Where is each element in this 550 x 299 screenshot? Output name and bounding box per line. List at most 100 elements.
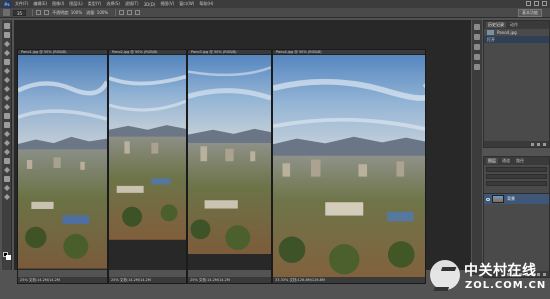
menu-type[interactable]: 类型(Y) [88, 1, 102, 7]
layer-controls [484, 165, 549, 193]
marquee-tool-icon[interactable] [4, 32, 10, 38]
trash-icon[interactable] [543, 142, 546, 146]
lasso-tool-icon[interactable] [4, 41, 10, 47]
tab-layers[interactable]: 图层 [486, 158, 498, 164]
zoom-level[interactable]: 25% [20, 278, 28, 282]
tools-panel [2, 20, 12, 270]
layer-thumbnail [492, 195, 504, 203]
move-tool-icon[interactable] [4, 23, 10, 29]
type-tool-icon[interactable] [4, 158, 10, 164]
flow-label[interactable]: 流量: 100% [86, 10, 108, 16]
layer-filter-field[interactable] [486, 167, 547, 172]
quick-select-tool-icon[interactable] [4, 50, 10, 56]
paragraph-icon[interactable] [474, 64, 480, 70]
character-icon[interactable] [474, 54, 480, 60]
document-window-2[interactable]: Pano2.jpg @ 50% (RGB/8) 25% 文档:14.2M/14.… [108, 49, 187, 284]
toggle-icon[interactable] [44, 10, 50, 15]
tab-history[interactable]: 历史记录 [486, 22, 506, 28]
snapshot-thumbnail [487, 30, 494, 35]
minimize-icon[interactable] [526, 1, 531, 6]
pressure-icon[interactable] [127, 10, 133, 15]
crop-tool-icon[interactable] [4, 59, 10, 65]
history-footer [484, 141, 549, 147]
stamp-tool-icon[interactable] [4, 95, 10, 101]
zoom-level[interactable]: 33.33% [275, 278, 288, 282]
lock-options[interactable] [486, 181, 547, 186]
menu-select[interactable]: 选择(S) [106, 1, 120, 7]
zol-logo-icon [430, 260, 460, 290]
menu-bar: Ps 文件(F) 编辑(E) 图像(I) 图层(L) 类型(Y) 选择(S) 滤… [0, 0, 550, 8]
eraser-tool-icon[interactable] [4, 113, 10, 119]
tab-actions[interactable]: 动作 [508, 22, 520, 28]
blend-mode-select[interactable] [486, 174, 547, 179]
step-label: 打开 [487, 36, 495, 42]
panorama-image-1 [18, 55, 107, 269]
doc-size: 文档:14.2M/14.2M [119, 278, 151, 282]
panel-icon-strip [472, 20, 482, 275]
menu-help[interactable]: 帮助(H) [199, 1, 213, 7]
tab-paths[interactable]: 路径 [514, 158, 526, 164]
dodge-tool-icon[interactable] [4, 140, 10, 146]
zol-watermark: 中关村在线 ZOL.COM.CN [430, 256, 548, 296]
brush-tool-icon[interactable] [4, 86, 10, 92]
layer-name: 背景 [507, 196, 515, 201]
history-icon[interactable] [474, 24, 480, 30]
pen-tool-icon[interactable] [4, 149, 10, 155]
history-brush-tool-icon[interactable] [4, 104, 10, 110]
path-select-tool-icon[interactable] [4, 167, 10, 173]
tab-channels[interactable]: 通道 [500, 158, 512, 164]
menu-view[interactable]: 视图(V) [160, 1, 174, 7]
shape-tool-icon[interactable] [4, 176, 10, 182]
document-window-4[interactable]: Pano4.jpg @ 50% (RGB/8) 33.33% 文档:126.8M… [272, 49, 426, 284]
properties-icon[interactable] [474, 34, 480, 40]
document-window-1[interactable]: Pano1.jpg @ 50% (RGB/8) 25% 文档:14.2M/14.… [17, 49, 108, 284]
toggle-icon[interactable] [36, 10, 42, 15]
background-color-swatch[interactable] [6, 255, 11, 260]
close-icon[interactable] [542, 1, 547, 6]
menu-window[interactable]: 窗口(W) [179, 1, 194, 7]
visibility-eye-icon[interactable] [486, 197, 490, 201]
zoom-tool-icon[interactable] [4, 194, 10, 200]
healing-tool-icon[interactable] [4, 77, 10, 83]
document-window-3[interactable]: Pano3.jpg @ 50% (RGB/8) 25% 文档:14.2M/14.… [187, 49, 272, 284]
new-document-icon[interactable] [537, 142, 540, 146]
menu-layer[interactable]: 图层(L) [69, 1, 82, 7]
maximize-icon[interactable] [534, 1, 539, 6]
opacity-label[interactable]: 不透明度: 100% [52, 10, 82, 16]
divider [32, 9, 34, 16]
menu-3d[interactable]: 3D(D) [144, 2, 156, 7]
doc-size: 文档:14.2M/14.2M [28, 278, 60, 282]
zoom-level[interactable]: 25% [111, 278, 119, 282]
snapshot-label: Pano4.jpg [497, 30, 517, 35]
layer-row[interactable]: 背景 [484, 193, 549, 204]
eyedropper-tool-icon[interactable] [4, 68, 10, 74]
brush-size-field[interactable]: 35 [13, 9, 27, 16]
sample-icon[interactable] [135, 10, 141, 15]
status-bar-1: 25% 文档:14.2M/14.2M [18, 277, 107, 283]
tool-preset-icon[interactable] [3, 9, 10, 16]
menu-edit[interactable]: 编辑(E) [33, 1, 47, 7]
history-snapshot[interactable]: Pano4.jpg [484, 29, 549, 36]
doc-size: 文档:14.2M/14.2M [198, 278, 230, 282]
status-bar-4: 33.33% 文档:126.8M/126.8M [273, 277, 425, 283]
menu-filter[interactable]: 滤镜(T) [125, 1, 139, 7]
gradient-tool-icon[interactable] [4, 122, 10, 128]
blur-tool-icon[interactable] [4, 131, 10, 137]
airbrush-icon[interactable] [119, 10, 125, 15]
canvas-area: Pano1.jpg @ 50% (RGB/8) 25% 文档:14.2M/14.… [14, 20, 471, 284]
zoom-level[interactable]: 25% [190, 278, 198, 282]
status-bar-3: 25% 文档:14.2M/14.2M [188, 277, 271, 283]
doc-size: 文档:126.8M/126.8M [289, 278, 325, 282]
status-bar-2: 25% 文档:14.2M/14.2M [109, 277, 186, 283]
adjustments-icon[interactable] [474, 44, 480, 50]
layers-panel-tabs: 图层 通道 路径 [484, 157, 549, 165]
menu-image[interactable]: 图像(I) [52, 1, 64, 7]
panorama-image-4 [273, 55, 425, 283]
history-step[interactable]: 打开 [484, 36, 549, 43]
hand-tool-icon[interactable] [4, 185, 10, 191]
divider [115, 9, 117, 16]
workspace-button[interactable]: 基本功能 [518, 9, 542, 17]
new-snapshot-icon[interactable] [531, 142, 534, 146]
app-logo: Ps [2, 0, 12, 8]
menu-file[interactable]: 文件(F) [15, 1, 28, 7]
